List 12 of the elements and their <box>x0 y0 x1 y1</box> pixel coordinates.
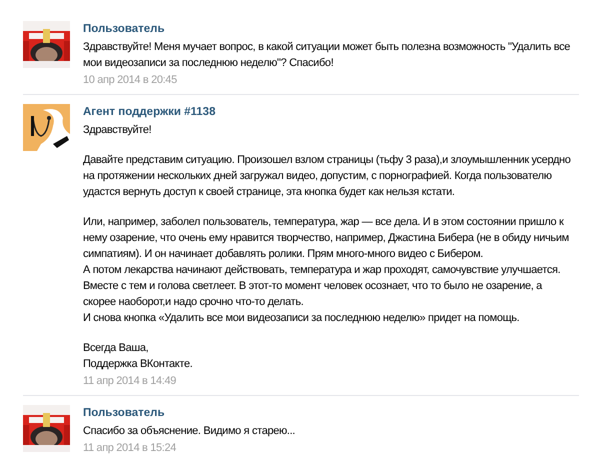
author-link[interactable]: Пользователь <box>83 21 165 37</box>
author-link[interactable]: Пользователь <box>83 405 165 421</box>
message-text: Здравствуйте! Меня мучает вопрос, в какой ситуации может быть полезна возможность "Удалить все мои видеозаписи за последнюю неделю"? Спасибо! <box>83 40 570 71</box>
message-text: Спасибо за объяснение. Видимо я старею... <box>83 424 296 439</box>
author-link[interactable]: Агент поддержки #1138 <box>83 104 216 120</box>
message-text: Давайте представим ситуацию. Произошел взлом страницы (тьфу 3 раза),и злоумышленник усердно на протяжении нескольких дней загружал видео, допустим, с порнографией. Когда пользователю удастся вернуть доступ к своей странице, эта кнопка будет как нельзя кстати. <box>83 153 571 200</box>
message-date: 11 апр 2014 в 15:24 <box>83 441 176 456</box>
message-text: Всегда Ваша, Поддержка ВКонтакте. <box>83 341 192 372</box>
message-text: Или, например, заболел пользователь, температура, жар — все дела. И в этом состоянии пришло к нему озарение, что очень ему нравится творчество, например, Джастина Бибера (не в обиду ничьим симпатиям). И он начинает добавлять ролики. Прям много-много видео с Бибером. А потом лекарства начинают действовать, температура и жар проходят, самочувствие улучшается. Вместе с тем и голова светлеет. В этот-то момент человек осознает, что то было не озарение, а скорее наоборот,и надо срочно что-то делать. И снова кнопка «Удалить все мои видеозаписи за последнюю неделю» придет на помощь. <box>83 215 569 326</box>
message-text: Здравствуйте! <box>83 123 152 138</box>
message-date: 11 апр 2014 в 14:49 <box>83 374 176 389</box>
message-date: 10 апр 2014 в 20:45 <box>83 73 177 88</box>
